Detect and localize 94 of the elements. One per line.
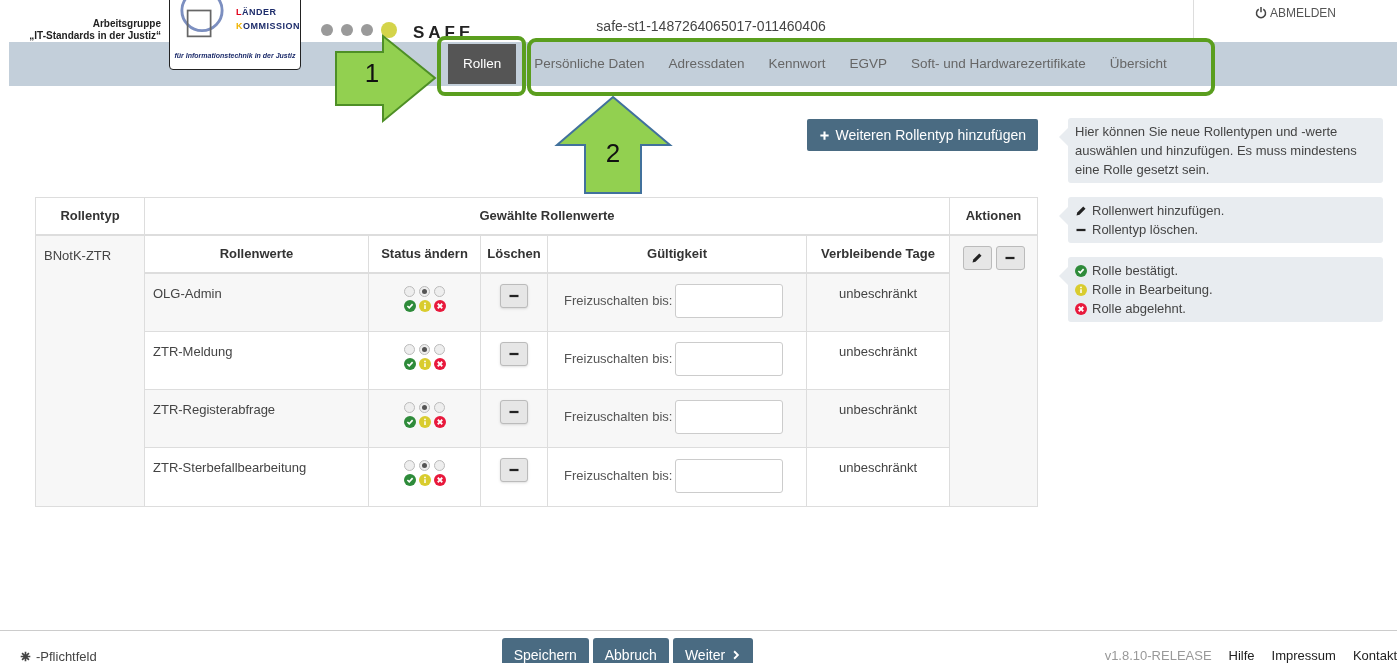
info-circle-icon (418, 300, 431, 312)
legend-text: Rolle in Bearbeitung. (1092, 281, 1213, 299)
status-radio[interactable] (419, 344, 430, 355)
chevron-right-icon (731, 650, 742, 660)
field-label: Freizuschalten bis: (564, 466, 673, 485)
footer-button[interactable]: Abbruch (592, 638, 669, 663)
info-circle-icon (1075, 283, 1087, 296)
table-cell: ZTR-Registerabfrage (145, 390, 369, 447)
field-label: Freizuschalten bis: (564, 408, 673, 427)
column-header: Status ändern (369, 236, 481, 272)
date-input-field[interactable] (675, 400, 784, 434)
logo-word: KOMMISSION (236, 20, 300, 33)
check-circle-icon (403, 416, 416, 428)
nav-tab[interactable]: Kennwort (756, 44, 838, 84)
nav-tab[interactable]: EGVP (837, 44, 899, 84)
table-cell: OLG-Admin (145, 274, 369, 331)
footer-button[interactable]: Speichern (501, 638, 589, 663)
column-header: Gewählte Rollenwerte (145, 198, 950, 234)
status-radio[interactable] (434, 286, 445, 297)
footer-link[interactable]: Kontakt (1352, 646, 1397, 663)
column-header: Rollenwerte (145, 236, 369, 272)
hint-text: Hier können Sie neue Rollentypen und -werte auswählen und hinzufügen. Es muss mindestens eine Rolle gesetzt sein. (1075, 123, 1358, 179)
callout-number: 2 (605, 137, 621, 168)
cross-circle-icon (433, 416, 446, 428)
power-icon (1255, 7, 1267, 19)
cross-circle-icon (1075, 302, 1087, 315)
status-radio[interactable] (434, 402, 445, 413)
table-cell: ZTR-Meldung (145, 332, 369, 389)
date-input-field[interactable] (675, 458, 784, 493)
callout-number: 1 (364, 57, 380, 88)
legend-text: Rollenwert hinzufügen. (1092, 202, 1225, 220)
info-circle-icon (418, 474, 431, 486)
table-cell: BNotK-ZTR (36, 236, 145, 506)
footer-button[interactable]: Weiter (672, 638, 754, 663)
check-circle-icon (403, 300, 416, 312)
info-circle-icon (418, 416, 431, 428)
delete-type-button[interactable] (995, 246, 1025, 270)
check-circle-icon (403, 358, 416, 370)
pencil-icon (1075, 204, 1087, 217)
logo-word: LÄNDER (236, 6, 278, 19)
table-cell-text: unbeschränkt (838, 285, 918, 303)
status-radio[interactable] (419, 286, 430, 297)
asterisk-icon (20, 651, 31, 663)
cross-circle-icon (433, 300, 446, 312)
status-radio[interactable] (419, 402, 430, 413)
table-cell-text: unbeschränkt (838, 343, 918, 361)
nav-tab[interactable]: Adressdaten (656, 44, 757, 84)
check-circle-icon (403, 474, 416, 486)
legend-text: Rolle bestätigt. (1092, 262, 1178, 280)
logout-button[interactable]: ABMELDEN (1255, 5, 1336, 21)
table-cell-text: unbeschränkt (838, 401, 918, 419)
delete-button[interactable] (500, 400, 528, 424)
org-name: Arbeitsgruppe (92, 18, 161, 30)
legend-text: Rolle abgelehnt. (1092, 300, 1186, 318)
footer-link[interactable]: Impressum (1271, 646, 1336, 663)
status-radio[interactable] (404, 344, 415, 355)
nav-tab[interactable]: Rollen (448, 44, 517, 84)
info-circle-icon (418, 358, 431, 370)
delete-button[interactable] (500, 342, 528, 366)
status-radio[interactable] (434, 344, 445, 355)
date-input-field[interactable] (675, 284, 784, 318)
check-circle-icon (1075, 264, 1087, 277)
column-header: Rollentyp (36, 198, 145, 234)
add-role-type-button[interactable]: Weiteren Rollentyp hinzufügen (806, 119, 1038, 151)
session-id: safe-st1-1487264065017-011460406 (596, 17, 826, 36)
version-label: v1.8.10-RELEASE (1104, 647, 1212, 663)
status-radio[interactable] (404, 402, 415, 413)
table-cell-text: unbeschränkt (838, 459, 918, 477)
table-cell: ZTR-Sterbefallbearbeitung (145, 448, 369, 506)
column-header: Aktionen (964, 207, 1023, 226)
status-radio[interactable] (404, 460, 415, 471)
footer-link[interactable]: Hilfe (1228, 646, 1255, 663)
column-header: Löschen (481, 236, 548, 272)
pencil-icon (971, 252, 983, 264)
delete-button[interactable] (500, 284, 528, 308)
nav-tab[interactable]: Soft- und Hardwarezertifikate (899, 44, 1098, 84)
column-header: Verbleibende Tage (820, 245, 936, 264)
field-label: Freizuschalten bis: (564, 350, 673, 369)
required-note: -Pflichtfeld (36, 648, 97, 663)
delete-button[interactable] (500, 458, 528, 482)
org-name: „IT-Standards in der Justiz“ (29, 30, 161, 42)
legend-text: Rollentyp löschen. (1092, 221, 1199, 239)
field-label: Freizuschalten bis: (564, 292, 673, 311)
column-header: Gültigkeit (548, 236, 807, 272)
edit-button[interactable] (962, 246, 992, 270)
cross-circle-icon (433, 358, 446, 370)
nav-tab[interactable]: Persönliche Daten (522, 44, 657, 84)
status-radio[interactable] (434, 460, 445, 471)
cross-circle-icon (433, 474, 446, 486)
status-radio[interactable] (404, 286, 415, 297)
date-input-field[interactable] (675, 342, 784, 376)
nav-tab[interactable]: Übersicht (1097, 44, 1179, 84)
plus-icon (818, 129, 830, 141)
status-radio[interactable] (419, 460, 430, 471)
